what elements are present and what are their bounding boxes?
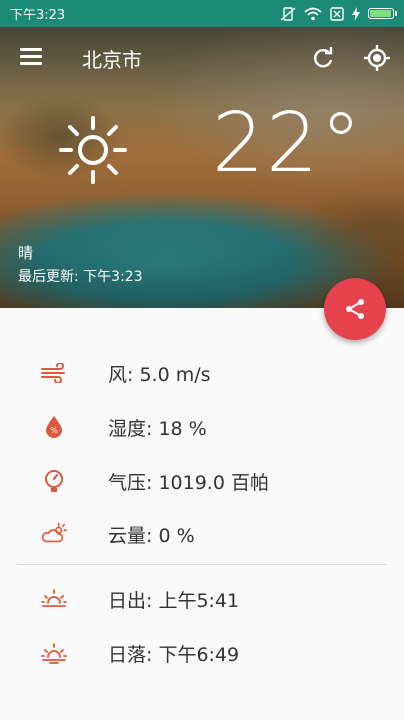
refresh-icon[interactable] <box>310 45 336 71</box>
pressure-text: 气压: 1019.0 百帕 <box>108 471 269 494</box>
sun-icon <box>59 116 127 184</box>
sunrise-icon <box>40 585 68 613</box>
sunset-icon <box>40 639 68 667</box>
humidity-text: 湿度: 18 % <box>108 417 207 440</box>
last-updated-label: 最后更新: <box>18 269 79 285</box>
share-button[interactable] <box>324 278 386 340</box>
menu-icon[interactable] <box>20 48 42 66</box>
humidity-icon: % <box>40 413 68 441</box>
city-title: 北京市 <box>82 48 142 72</box>
weather-hero: 北京市 22° 晴 最后更新: 下午3:23 <box>0 27 404 308</box>
location-icon[interactable] <box>362 43 392 73</box>
last-updated: 最后更新: 下午3:23 <box>18 266 143 286</box>
svg-text:%: % <box>50 426 58 435</box>
app-bar: 北京市 <box>0 27 404 89</box>
wind-text: 风: 5.0 m/s <box>108 363 211 386</box>
pressure-icon <box>40 467 68 495</box>
weather-condition: 晴 <box>18 244 34 262</box>
share-icon <box>346 299 364 319</box>
status-time: 下午3:23 <box>10 8 66 23</box>
sunrise-text: 日出: 上午5:41 <box>108 589 240 612</box>
status-bar: 下午3:23 <box>0 0 404 27</box>
sunset-text: 日落: 下午6:49 <box>108 643 240 666</box>
detail-wind: 风: 5.0 m/s <box>0 353 404 393</box>
detail-sunset: 日落: 下午6:49 <box>0 633 404 673</box>
divider <box>18 564 386 565</box>
detail-sunrise: 日出: 上午5:41 <box>0 579 404 619</box>
detail-humidity: % 湿度: 18 % <box>0 407 404 447</box>
battery-icon <box>368 8 397 19</box>
sim-off-icon <box>330 6 344 21</box>
detail-cloud: 云量: 0 % <box>0 514 404 554</box>
wifi-icon <box>304 7 322 20</box>
vibrate-off-icon <box>280 6 296 21</box>
cloud-text: 云量: 0 % <box>108 524 195 547</box>
status-icons <box>280 6 397 22</box>
cloud-icon <box>40 520 68 548</box>
wind-icon <box>40 359 68 387</box>
detail-pressure: 气压: 1019.0 百帕 <box>0 461 404 501</box>
temperature: 22° <box>212 96 364 191</box>
charging-icon <box>352 6 360 21</box>
last-updated-time: 下午3:23 <box>83 269 143 285</box>
